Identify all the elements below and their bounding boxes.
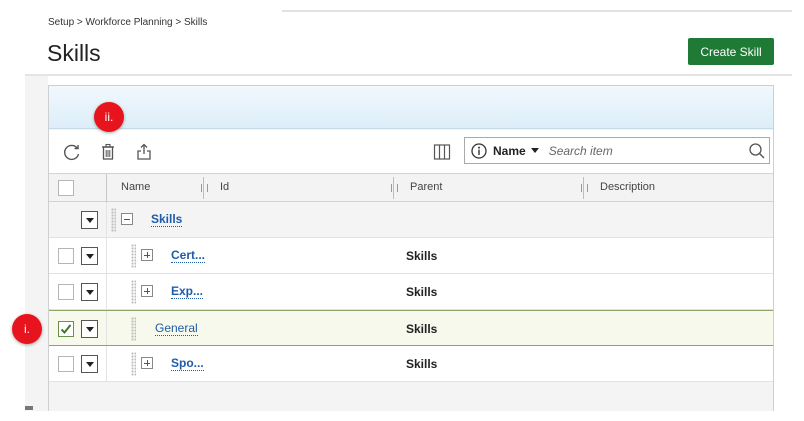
grid-header: Name Id Parent Description [49, 173, 773, 202]
drag-handle-icon[interactable] [131, 244, 136, 268]
refresh-icon[interactable] [62, 142, 82, 162]
row-actions-dropdown[interactable] [81, 283, 98, 301]
top-divider [282, 10, 792, 12]
select-all-checkbox[interactable] [58, 180, 74, 196]
breadcrumb[interactable]: Setup > Workforce Planning > Skills [48, 17, 207, 28]
row-checkbox[interactable] [58, 356, 74, 372]
page-title: Skills [47, 40, 101, 66]
row-divider [106, 238, 107, 273]
table-row[interactable]: Exp... Skills [49, 274, 773, 310]
row-name-link[interactable]: Exp... [171, 284, 204, 299]
resize-grip [25, 406, 33, 410]
expand-icon[interactable] [141, 249, 153, 261]
panel-banner [49, 86, 773, 129]
row-actions-dropdown[interactable] [81, 320, 98, 338]
info-icon[interactable] [471, 142, 487, 159]
row-divider [106, 346, 107, 381]
table-row-group[interactable]: Skills [49, 202, 773, 238]
table-row[interactable]: Spo... Skills [49, 346, 773, 382]
row-checkbox[interactable] [58, 284, 74, 300]
row-actions-dropdown[interactable] [81, 211, 98, 229]
column-resize-handle[interactable] [201, 177, 208, 199]
column-header-description[interactable]: Description [600, 181, 655, 193]
table-row-selected[interactable]: General Skills [49, 310, 773, 346]
expand-icon[interactable] [141, 357, 153, 369]
chevron-down-icon[interactable] [530, 148, 539, 153]
row-divider [106, 202, 107, 237]
collapse-icon[interactable] [121, 213, 133, 225]
trash-icon[interactable] [98, 142, 118, 162]
row-actions-dropdown[interactable] [81, 355, 98, 373]
header-divider [25, 74, 792, 76]
left-gutter [25, 76, 48, 411]
row-parent: Skills [406, 249, 438, 263]
search-icon[interactable] [748, 142, 766, 160]
row-parent: Skills [406, 322, 438, 336]
row-parent: Skills [406, 285, 438, 299]
row-name-link[interactable]: Spo... [171, 356, 204, 371]
grid-toolbar: Name [49, 130, 773, 173]
expand-icon[interactable] [141, 285, 153, 297]
row-checkbox-checked[interactable] [58, 321, 74, 337]
drag-handle-icon[interactable] [131, 352, 136, 376]
drag-handle-icon[interactable] [131, 280, 136, 304]
skills-grid-panel: Name Name Id Parent Description Skills C… [48, 85, 774, 411]
annotation-marker-ii: ii. [94, 102, 124, 132]
row-divider [106, 311, 107, 345]
row-actions-dropdown[interactable] [81, 247, 98, 265]
row-name-link[interactable]: Skills [151, 212, 183, 227]
create-skill-button[interactable]: Create Skill [688, 38, 774, 65]
column-header-parent[interactable]: Parent [410, 181, 442, 193]
search-field-selector[interactable]: Name [493, 144, 526, 158]
column-header-name[interactable]: Name [121, 181, 150, 193]
row-divider [106, 274, 107, 309]
annotation-marker-i: i. [12, 314, 42, 344]
row-name-link[interactable]: Cert... [171, 248, 206, 263]
row-checkbox[interactable] [58, 248, 74, 264]
drag-handle-icon[interactable] [131, 317, 136, 341]
drag-handle-icon[interactable] [111, 208, 116, 232]
search-box: Name [464, 137, 770, 164]
table-row[interactable]: Cert... Skills [49, 238, 773, 274]
checkmark-icon [60, 324, 72, 334]
row-name-link[interactable]: General [155, 321, 198, 336]
column-separator [106, 174, 107, 202]
column-resize-handle[interactable] [581, 177, 588, 199]
column-resize-handle[interactable] [391, 177, 398, 199]
search-input[interactable] [546, 142, 737, 159]
export-icon[interactable] [134, 142, 154, 162]
column-header-id[interactable]: Id [220, 181, 229, 193]
row-parent: Skills [406, 357, 438, 371]
columns-icon[interactable] [433, 143, 451, 161]
